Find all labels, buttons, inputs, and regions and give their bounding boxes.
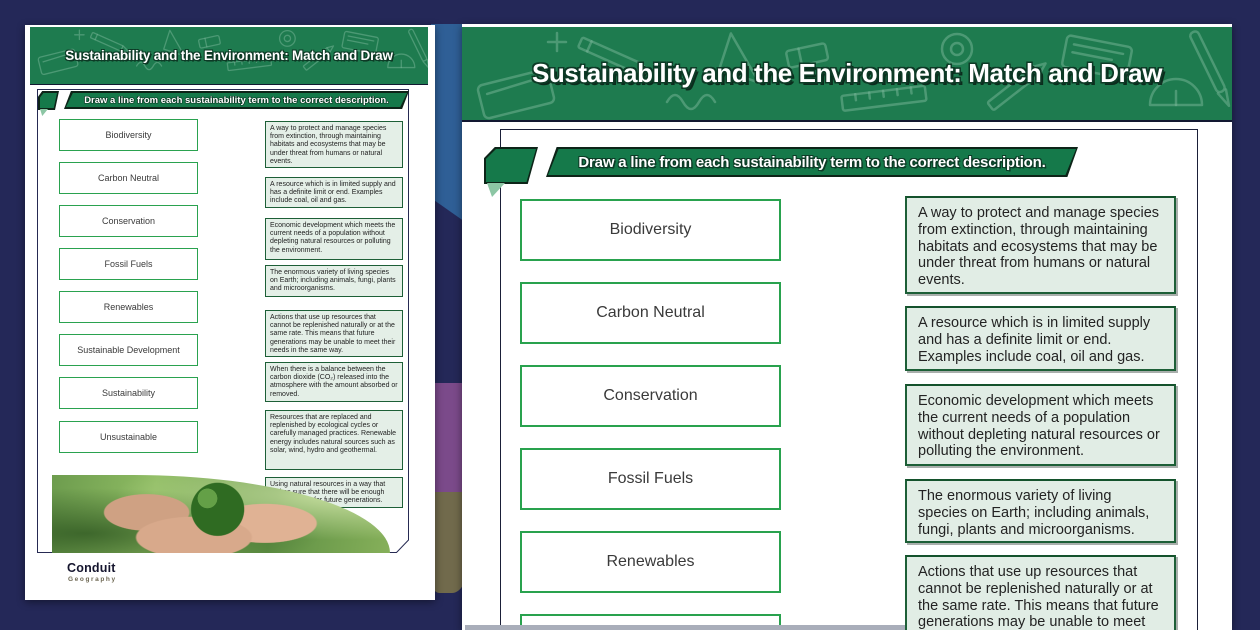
description-box: The enormous variety of living species o… — [905, 479, 1176, 543]
page-title: Sustainability and the Environment: Matc… — [30, 27, 428, 84]
description-box: When there is a balance between the carb… — [265, 362, 403, 402]
worksheet-header-band: Sustainability and the Environment: Matc… — [462, 27, 1232, 122]
page-title: Sustainability and the Environment: Matc… — [462, 27, 1232, 120]
worksheet-preview-full-page[interactable]: Sustainability and the Environment: Matc… — [25, 25, 435, 600]
description-box: A way to protect and manage species from… — [265, 121, 403, 168]
description-box: A resource which is in limited supply an… — [905, 306, 1176, 371]
term-box: Fossil Fuels — [520, 448, 781, 510]
term-box: Conservation — [59, 205, 198, 237]
instruction-text: Draw a line from each sustainability ter… — [546, 147, 1078, 177]
instruction-text: Draw a line from each sustainability ter… — [64, 91, 409, 109]
term-box: Fossil Fuels — [59, 248, 198, 280]
term-box: Unsustainable — [59, 421, 198, 453]
term-box: Sustainable Development — [59, 334, 198, 366]
term-box: Renewables — [520, 531, 781, 593]
term-box: Biodiversity — [520, 199, 781, 261]
resource-preview-screenshot: { "worksheet": { "title": "Sustainabilit… — [0, 0, 1260, 630]
description-box: Resources that are replaced and replenis… — [265, 410, 403, 470]
term-box: Conservation — [520, 365, 781, 427]
term-box: Sustainability — [59, 377, 198, 409]
term-box: Carbon Neutral — [520, 282, 781, 344]
worksheet-preview-zoomed-page[interactable]: Sustainability and the Environment: Matc… — [462, 24, 1232, 630]
instruction-banner: Draw a line from each sustainability ter… — [64, 91, 409, 109]
conduit-logo: Conduit — [67, 561, 116, 575]
description-box: Economic development which meets the cur… — [265, 218, 403, 260]
description-box: A way to protect and manage species from… — [905, 196, 1176, 294]
instruction-banner: Draw a line from each sustainability ter… — [546, 147, 1078, 177]
conduit-logo-subbrand: Geography — [68, 576, 117, 583]
term-box: Carbon Neutral — [59, 162, 198, 194]
term-box: Renewables — [59, 291, 198, 323]
term-box: Biodiversity — [59, 119, 198, 151]
description-box: The enormous variety of living species o… — [265, 265, 403, 297]
description-box: Actions that use up resources that canno… — [265, 310, 403, 357]
description-box: Actions that use up resources that canno… — [905, 555, 1176, 630]
worksheet-header-band: Sustainability and the Environment: Matc… — [30, 27, 428, 85]
description-box: A resource which is in limited supply an… — [265, 177, 403, 208]
description-box: Economic development which meets the cur… — [905, 384, 1176, 466]
